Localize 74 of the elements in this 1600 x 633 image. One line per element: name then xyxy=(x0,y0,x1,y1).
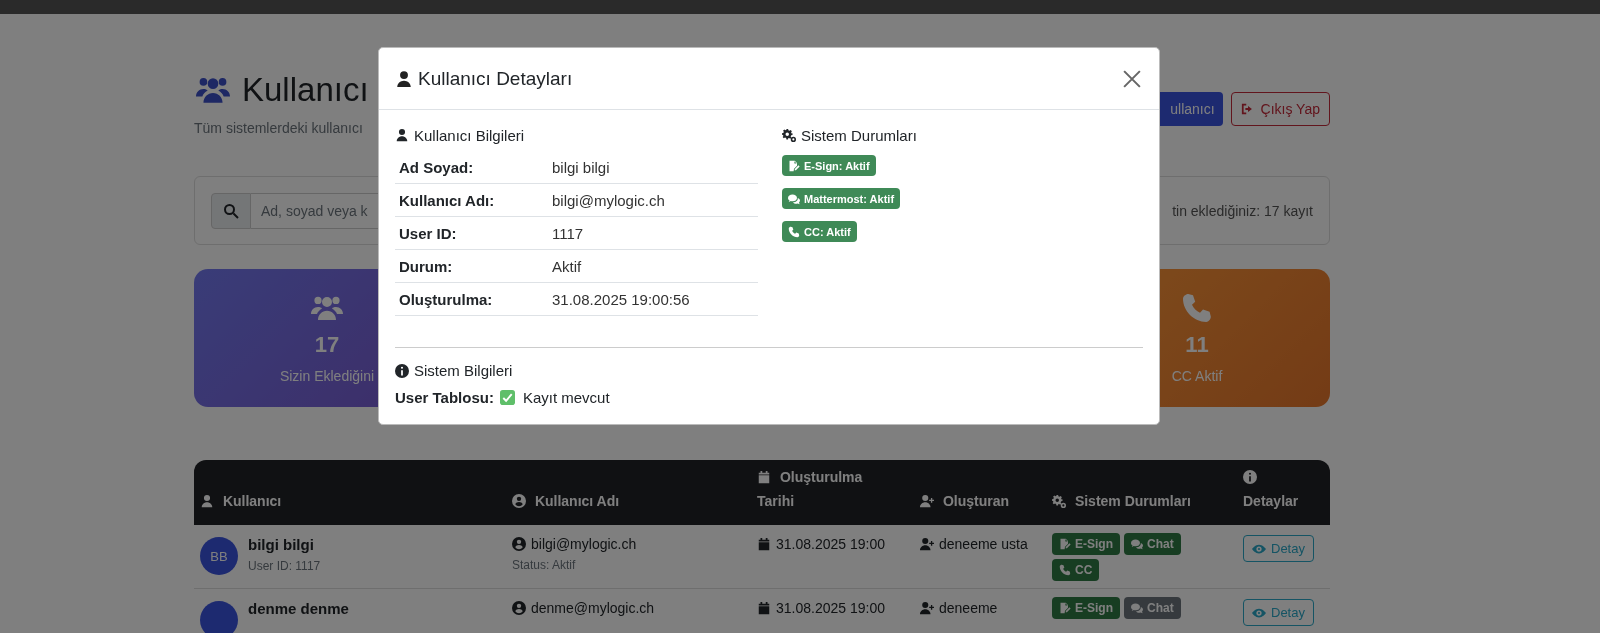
column-header: Kullanıcı Adı xyxy=(506,489,751,525)
system-badge: E-Sign xyxy=(1052,597,1120,619)
user-icon xyxy=(395,69,413,88)
column-header: Oluşturan xyxy=(914,489,1046,525)
field-value: 1117 xyxy=(552,224,584,242)
system-badge: Mattermost: Aktif xyxy=(782,188,901,209)
file-pen-icon xyxy=(1059,538,1071,550)
system-badge: CC: Aktif xyxy=(782,221,857,242)
column-header: Detaylar xyxy=(1237,465,1321,525)
field-label: User ID: xyxy=(399,224,458,242)
stat-label: Sizin Eklediğini xyxy=(279,368,375,384)
date-text: 31.08.2025 19:00 xyxy=(757,536,908,552)
system-badge: E-Sign: Aktif xyxy=(782,155,876,176)
column-header: Sistem Durumları xyxy=(1046,489,1237,525)
calendar-icon xyxy=(757,537,771,551)
username-text: bilgi@mylogic.ch xyxy=(512,536,745,552)
info-icon xyxy=(1243,470,1257,484)
section-heading: Sistem Durumları xyxy=(782,125,1143,145)
stat-label: CC Aktif xyxy=(1171,368,1223,384)
field-value: 31.08.2025 19:00:56 xyxy=(552,290,690,308)
phone-icon xyxy=(788,225,800,238)
phone-icon xyxy=(1059,564,1071,576)
info-icon xyxy=(395,363,409,378)
user-icon xyxy=(200,494,214,508)
username-text: denme@mylogic.ch xyxy=(512,600,745,616)
dialog-title: Kullanıcı Detayları xyxy=(395,67,573,90)
user-name: denme denme xyxy=(248,600,349,617)
section-heading: Kullanıcı Bilgileri xyxy=(395,125,758,145)
field-label: User Tablosu: xyxy=(395,389,494,406)
system-badge: Chat xyxy=(1124,597,1181,619)
search-icon xyxy=(223,202,239,219)
detail-button[interactable]: Detay xyxy=(1243,535,1314,562)
gears-icon xyxy=(782,128,796,142)
chat-icon xyxy=(1131,538,1143,550)
page-title: Kullanıcı xyxy=(242,70,369,110)
user-name: bilgi bilgi xyxy=(248,536,315,553)
avatar xyxy=(200,601,238,633)
chat-icon xyxy=(788,192,800,205)
calendar-icon xyxy=(757,601,771,615)
field-label: Durum: xyxy=(399,257,454,275)
creator-text: deneeme xyxy=(920,600,1040,616)
column-header: Oluşturulma Tarihi xyxy=(756,468,864,511)
avatar: BB xyxy=(200,537,238,575)
user-plus-icon xyxy=(920,494,934,508)
field-label: Oluşturulma: xyxy=(399,290,494,308)
chat-icon xyxy=(1131,602,1143,614)
section-heading: Sistem Bilgileri xyxy=(395,362,1143,379)
system-badge: CC xyxy=(1052,559,1100,581)
calendar-icon xyxy=(757,470,771,484)
user-icon xyxy=(395,128,409,142)
field-value: bilgi@mylogic.ch xyxy=(552,191,665,209)
record-count: tin eklediğiniz: 17 kayıt xyxy=(1172,202,1313,219)
user-plus-icon xyxy=(920,537,934,551)
field-value: bilgi bilgi xyxy=(552,158,610,176)
system-badge: E-Sign xyxy=(1052,533,1120,555)
logout-button[interactable]: Çıkış Yap xyxy=(1230,92,1330,126)
stat-value: 11 xyxy=(1185,332,1209,358)
column-header: Kullanıcı xyxy=(194,489,506,525)
status-text: Status: Aktif xyxy=(512,558,577,572)
detail-button[interactable]: Detay xyxy=(1243,599,1314,626)
date-text: 31.08.2025 19:00 xyxy=(757,600,908,616)
gears-icon xyxy=(1052,494,1066,508)
creator-text: deneeme usta xyxy=(920,536,1040,552)
system-badge: Chat xyxy=(1124,533,1181,555)
field-value: Aktif xyxy=(552,257,582,275)
stat-value: 17 xyxy=(314,332,340,358)
page-subtitle: Tüm sistemlerdeki kullanıcı xyxy=(194,120,364,136)
field-value: Kayıt mevcut xyxy=(522,389,610,406)
field-label: Kullanıcı Adı: xyxy=(399,191,496,209)
user-plus-icon xyxy=(920,601,934,615)
field-label: Ad Soyad: xyxy=(399,158,475,176)
file-pen-icon xyxy=(788,159,800,172)
user-id: User ID: 1117 xyxy=(248,559,321,573)
file-pen-icon xyxy=(1059,602,1071,614)
